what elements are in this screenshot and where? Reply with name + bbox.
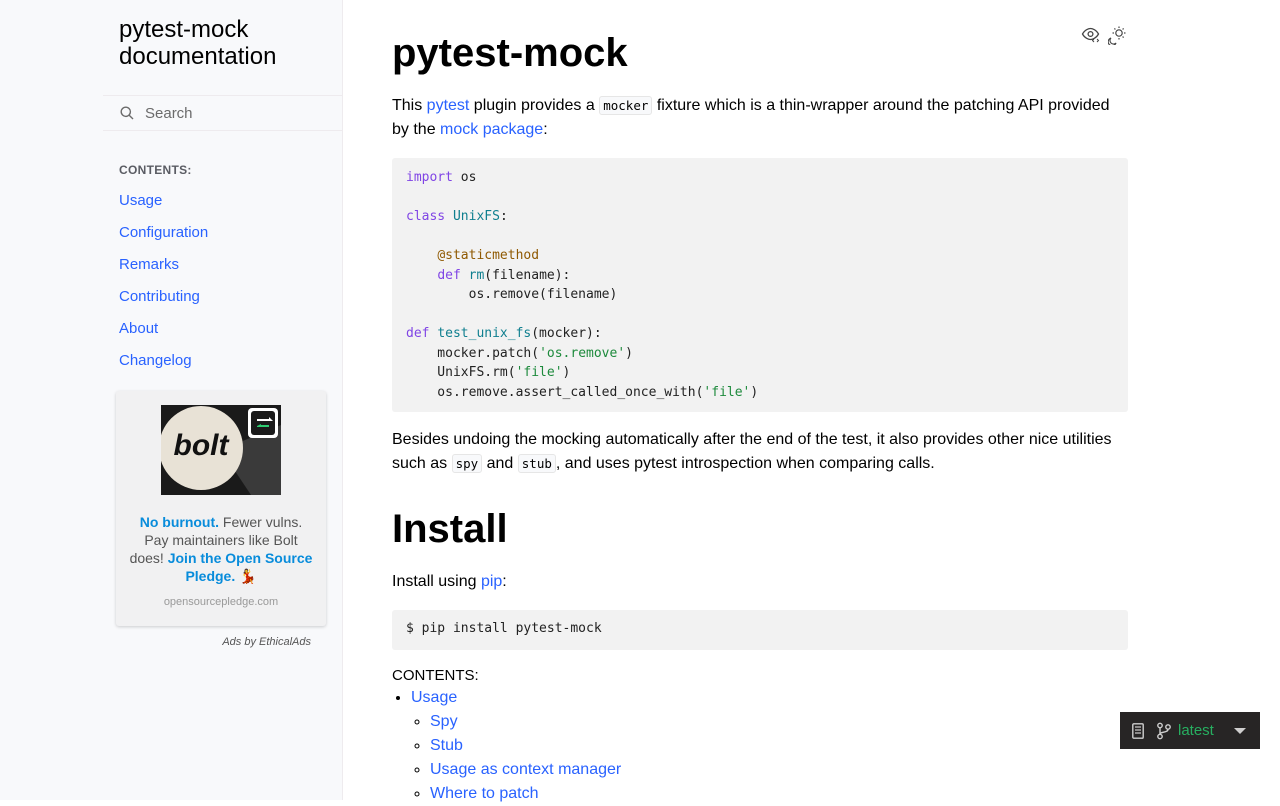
toc-link-changelog[interactable]: Changelog xyxy=(119,352,192,369)
code-line-6: def rm(filename): xyxy=(437,267,571,283)
ethical-ads-link[interactable]: Ads by EthicalAds xyxy=(116,636,311,648)
ad-domain: opensourcepledge.com xyxy=(163,596,279,608)
toc-link-contributing[interactable]: Contributing xyxy=(119,288,200,305)
stub-code: stub xyxy=(517,454,556,473)
install-colon: : xyxy=(502,573,507,590)
book-icon xyxy=(1132,722,1144,739)
ad-link-no-burnout[interactable]: No burnout. xyxy=(140,514,219,530)
mock-package-link[interactable]: mock package xyxy=(440,121,543,138)
page-toolbar xyxy=(1081,25,1128,45)
contents-caption: CONTENTS: xyxy=(392,667,479,684)
code-line-12: os.remove.assert_called_once_with('file'… xyxy=(406,384,759,400)
toc-link-about[interactable]: About xyxy=(119,320,158,337)
code-line-7: os.remove(filename) xyxy=(406,287,618,302)
toc-link-configuration[interactable]: Configuration xyxy=(119,224,208,241)
contents-item-usage: Usage Spy Stub Usage as context manager … xyxy=(411,686,621,806)
code-line-10: mocker.patch('os.remove') xyxy=(406,345,633,361)
contents-list: Usage Spy Stub Usage as context manager … xyxy=(392,686,621,806)
code-line-11: UnixFS.rm('file') xyxy=(406,365,571,380)
toc-item-changelog: Changelog xyxy=(119,345,208,377)
ad-logo-text: bolt xyxy=(174,429,231,462)
contents-link-context-manager[interactable]: Usage as context manager xyxy=(430,761,621,778)
contents-link-spy[interactable]: Spy xyxy=(430,713,458,730)
page-title: pytest-mock xyxy=(392,31,628,75)
contents-link-stub[interactable]: Stub xyxy=(430,737,463,754)
spy-code: spy xyxy=(451,454,483,473)
contents-subitem-stub: Stub xyxy=(430,734,621,758)
toc-item-about: About xyxy=(119,313,208,345)
pytest-link[interactable]: pytest xyxy=(427,97,470,114)
brand-link[interactable]: pytest-mock documentation xyxy=(119,16,329,70)
brand-line2: documentation xyxy=(119,43,277,70)
contents-sublist: Spy Stub Usage as context manager Where … xyxy=(411,710,621,806)
besides-text-2: and xyxy=(482,455,518,472)
ethical-ad: bolt No burnout. Fewer vulns. Pay mainta… xyxy=(116,391,326,626)
toc-item-contributing: Contributing xyxy=(119,281,208,313)
toc-item-configuration: Configuration xyxy=(119,217,208,249)
intro-text-4: : xyxy=(543,121,548,138)
search-icon xyxy=(120,106,134,120)
intro-text-2: plugin provides a xyxy=(469,97,600,114)
install-heading: Install xyxy=(392,507,508,551)
search-box xyxy=(103,95,343,131)
besides-paragraph: Besides undoing the mocking automaticall… xyxy=(392,428,1128,476)
contents-subitem-context-manager: Usage as context manager xyxy=(430,758,621,782)
ad-text: No burnout. Fewer vulns. Pay maintainers… xyxy=(128,513,314,585)
install-text: Install using xyxy=(392,573,481,590)
sidebar: pytest-mock documentation CONTENTS: Usag… xyxy=(0,0,343,800)
pip-link[interactable]: pip xyxy=(481,573,502,590)
install-code-block: $ pip install pytest-mock xyxy=(392,610,1128,650)
code-line-3: class UnixFS: xyxy=(406,209,508,224)
intro-text-1: This xyxy=(392,97,427,114)
search-input[interactable] xyxy=(143,103,337,123)
besides-text-3: , and uses pytest introspection when com… xyxy=(555,455,935,472)
toc-item-usage: Usage xyxy=(119,185,208,217)
contents-link-usage[interactable]: Usage xyxy=(411,689,457,706)
rtd-version-label: latest xyxy=(1178,722,1214,739)
ad-emoji: 💃 xyxy=(239,568,257,584)
view-source-eye-icon[interactable] xyxy=(1081,25,1100,43)
theme-toggle-icon[interactable] xyxy=(1108,25,1128,45)
example-code-block: import os class UnixFS: @staticmethod de… xyxy=(392,158,1128,412)
caret-down-icon xyxy=(1233,727,1246,734)
toc-caption: CONTENTS: xyxy=(119,163,192,177)
install-paragraph: Install using pip: xyxy=(392,570,1128,594)
contents-subitem-where-to-patch: Where to patch xyxy=(430,782,621,806)
brand-line1: pytest-mock xyxy=(119,16,249,43)
ad-bolt-image[interactable]: bolt xyxy=(161,405,281,495)
git-branch-icon xyxy=(1157,722,1171,739)
mocker-code: mocker xyxy=(599,96,653,115)
toc-link-usage[interactable]: Usage xyxy=(119,192,162,209)
contents-link-where-to-patch[interactable]: Where to patch xyxy=(430,785,539,802)
toc-list: Usage Configuration Remarks Contributing… xyxy=(119,185,208,377)
code-line-1: import os xyxy=(406,170,477,185)
code-line-9: def test_unix_fs(mocker): xyxy=(406,326,602,341)
intro-paragraph: This pytest plugin provides a mocker fix… xyxy=(392,94,1128,142)
toc-link-remarks[interactable]: Remarks xyxy=(119,256,179,273)
toc-item-remarks: Remarks xyxy=(119,249,208,281)
rtd-version-badge[interactable]: latest xyxy=(1120,712,1260,749)
code-line-5: @staticmethod xyxy=(437,248,540,263)
contents-subitem-spy: Spy xyxy=(430,710,621,734)
